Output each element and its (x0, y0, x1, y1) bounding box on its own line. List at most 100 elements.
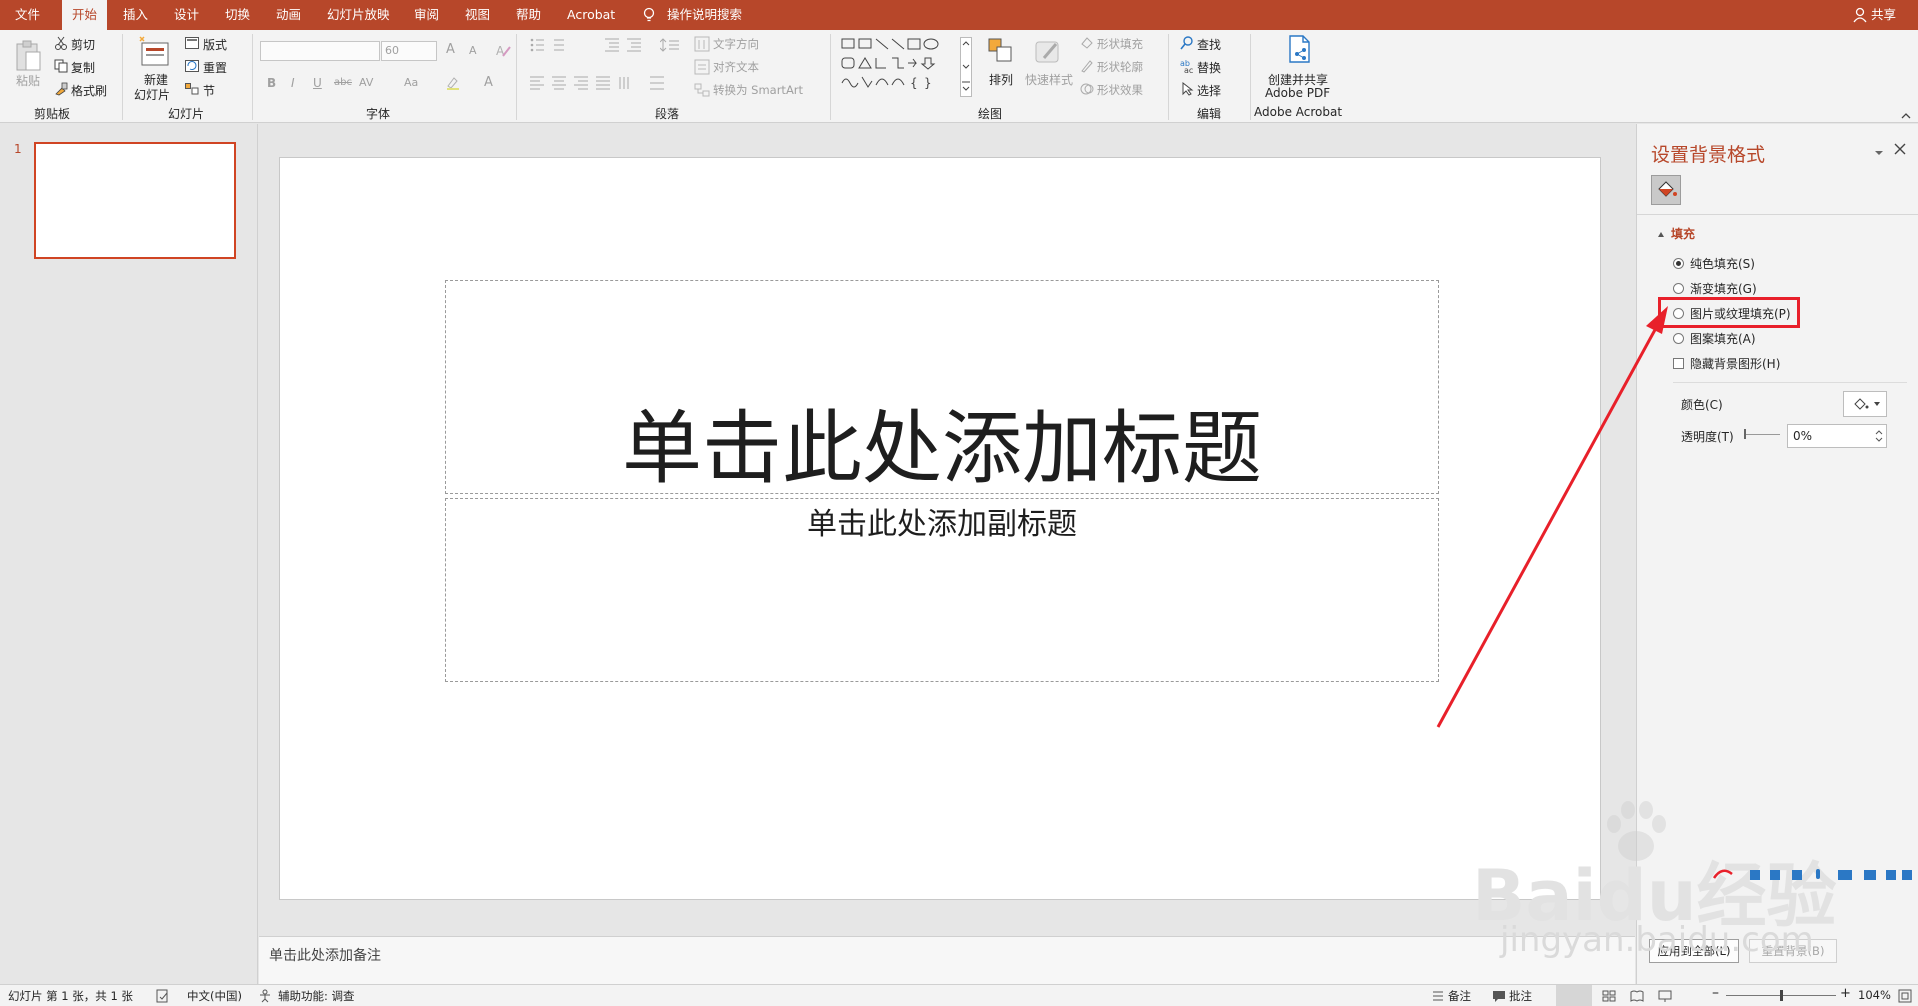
fill-section-header[interactable]: 填充 (1671, 225, 1695, 242)
format-painter-button[interactable]: 格式刷 (71, 82, 107, 99)
layout-icon[interactable] (185, 37, 199, 52)
tab-acrobat[interactable]: Acrobat (567, 0, 615, 30)
tab-home[interactable]: 开始 (62, 0, 108, 30)
shape-outline-icon[interactable] (1080, 59, 1094, 76)
color-picker-button[interactable] (1843, 391, 1887, 417)
align-text-icon[interactable] (694, 59, 710, 78)
close-icon[interactable] (1893, 142, 1907, 159)
slide[interactable]: 单击此处添加标题 单击此处添加副标题 (279, 157, 1601, 900)
grow-font-button[interactable]: A (446, 42, 455, 57)
cut-icon[interactable] (54, 36, 68, 53)
shape-fill-icon[interactable] (1080, 36, 1094, 53)
arrange-button[interactable]: 排列 (989, 71, 1013, 88)
replace-button[interactable]: 替换 (1197, 59, 1221, 76)
subtitle-placeholder[interactable]: 单击此处添加副标题 (445, 498, 1439, 682)
shape-effects-icon[interactable] (1080, 82, 1094, 99)
shape-effects-button[interactable]: 形状效果 (1097, 82, 1143, 98)
notes-icon[interactable] (1431, 989, 1445, 1006)
copy-button[interactable]: 复制 (71, 59, 95, 76)
select-cursor-icon[interactable] (1180, 81, 1194, 99)
reset-button[interactable]: 重置 (203, 59, 227, 76)
accessibility-icon[interactable] (258, 989, 272, 1006)
notes-pane[interactable]: 单击此处添加备注 (259, 936, 1635, 984)
line-spacing-icon[interactable] (659, 38, 680, 55)
highlight-icon[interactable] (445, 75, 463, 94)
comments-icon[interactable] (1492, 989, 1506, 1006)
reading-view-icon[interactable] (1630, 989, 1644, 1006)
tab-transitions[interactable]: 切换 (225, 0, 250, 30)
new-slide-icon[interactable] (138, 35, 172, 72)
transparency-input[interactable]: 0% (1787, 424, 1887, 448)
slide-thumbnail[interactable] (34, 142, 236, 259)
quick-styles-icon[interactable] (1034, 38, 1064, 67)
tab-slideshow[interactable]: 幻灯片放映 (327, 0, 390, 30)
text-direction-button[interactable]: 文字方向 (713, 36, 759, 52)
new-slide-label-2[interactable]: 幻灯片 (134, 86, 170, 103)
section-button[interactable]: 节 (203, 82, 215, 99)
pattern-fill-label[interactable]: 图案填充(A) (1690, 330, 1756, 347)
font-size-dropdown[interactable]: 60 (381, 41, 437, 61)
spell-check-icon[interactable] (156, 989, 170, 1006)
cut-button[interactable]: 剪切 (71, 36, 95, 53)
shapes-scroll[interactable] (960, 37, 972, 100)
normal-view-button[interactable] (1556, 985, 1592, 1006)
layout-button[interactable]: 版式 (203, 36, 227, 53)
bullets-icon[interactable] (530, 38, 570, 55)
collapse-triangle-icon[interactable] (1657, 228, 1665, 242)
section-icon[interactable] (185, 83, 199, 98)
transparency-slider-thumb[interactable] (1744, 429, 1746, 439)
create-pdf-label-2[interactable]: Adobe PDF (1265, 86, 1330, 100)
accessibility-status[interactable]: 辅助功能: 调查 (278, 988, 355, 1004)
share-button[interactable]: 共享 (1871, 0, 1896, 30)
create-pdf-icon[interactable] (1287, 34, 1313, 67)
tab-insert[interactable]: 插入 (123, 0, 148, 30)
replace-icon[interactable]: ab ac (1180, 59, 1194, 76)
tab-view[interactable]: 视图 (465, 0, 490, 30)
bold-button[interactable]: B (267, 76, 276, 90)
select-button[interactable]: 选择 (1197, 82, 1221, 99)
gradient-fill-radio[interactable] (1673, 283, 1684, 294)
find-button[interactable]: 查找 (1197, 36, 1221, 53)
shapes-gallery[interactable]: {} (840, 37, 970, 100)
comments-toggle[interactable]: 批注 (1509, 988, 1532, 1004)
align-text-button[interactable]: 对齐文本 (713, 59, 759, 75)
find-icon[interactable] (1180, 36, 1194, 53)
italic-button[interactable]: I (291, 76, 295, 90)
alignment-icons[interactable] (530, 76, 680, 93)
slideshow-icon[interactable] (1658, 989, 1672, 1006)
language-indicator[interactable]: 中文(中国) (187, 988, 242, 1004)
strikethrough-button[interactable]: abc (334, 77, 352, 88)
tab-animations[interactable]: 动画 (276, 0, 301, 30)
solid-fill-label[interactable]: 纯色填充(S) (1690, 255, 1755, 272)
text-direction-icon[interactable] (694, 36, 710, 55)
tab-review[interactable]: 审阅 (414, 0, 439, 30)
shape-fill-button[interactable]: 形状填充 (1097, 36, 1143, 52)
tab-file[interactable]: 文件 (15, 0, 40, 30)
tell-me-search[interactable]: 操作说明搜索 (667, 0, 742, 30)
format-painter-icon[interactable] (54, 82, 68, 99)
notes-toggle[interactable]: 备注 (1448, 988, 1471, 1004)
clear-formatting-icon[interactable]: A (495, 42, 511, 61)
arrange-icon[interactable] (988, 38, 1014, 67)
tab-design[interactable]: 设计 (174, 0, 199, 30)
share-user-icon[interactable] (1853, 0, 1867, 30)
ime-toolbar-icons[interactable] (1708, 866, 1913, 884)
solid-fill-radio[interactable] (1673, 258, 1684, 269)
title-placeholder[interactable]: 单击此处添加标题 (445, 280, 1439, 495)
underline-button[interactable]: U (313, 76, 322, 90)
tab-help[interactable]: 帮助 (516, 0, 541, 30)
font-name-dropdown[interactable] (260, 41, 380, 61)
collapse-ribbon-icon[interactable] (1900, 110, 1912, 124)
zoom-out-button[interactable]: – (1712, 985, 1719, 1001)
fit-slide-icon[interactable] (1898, 989, 1912, 1006)
change-case-button[interactable]: Aa (404, 76, 418, 89)
gradient-fill-label[interactable]: 渐变填充(G) (1690, 280, 1757, 297)
copy-icon[interactable] (54, 59, 68, 76)
zoom-slider-thumb[interactable] (1780, 990, 1783, 1001)
fill-bucket-icon[interactable] (1651, 175, 1681, 208)
smartart-icon[interactable] (694, 82, 710, 101)
shape-outline-button[interactable]: 形状轮廓 (1097, 59, 1143, 75)
transparency-slider[interactable] (1744, 434, 1780, 435)
pane-options-icon[interactable] (1873, 146, 1885, 160)
zoom-level[interactable]: 104% (1858, 988, 1891, 1002)
